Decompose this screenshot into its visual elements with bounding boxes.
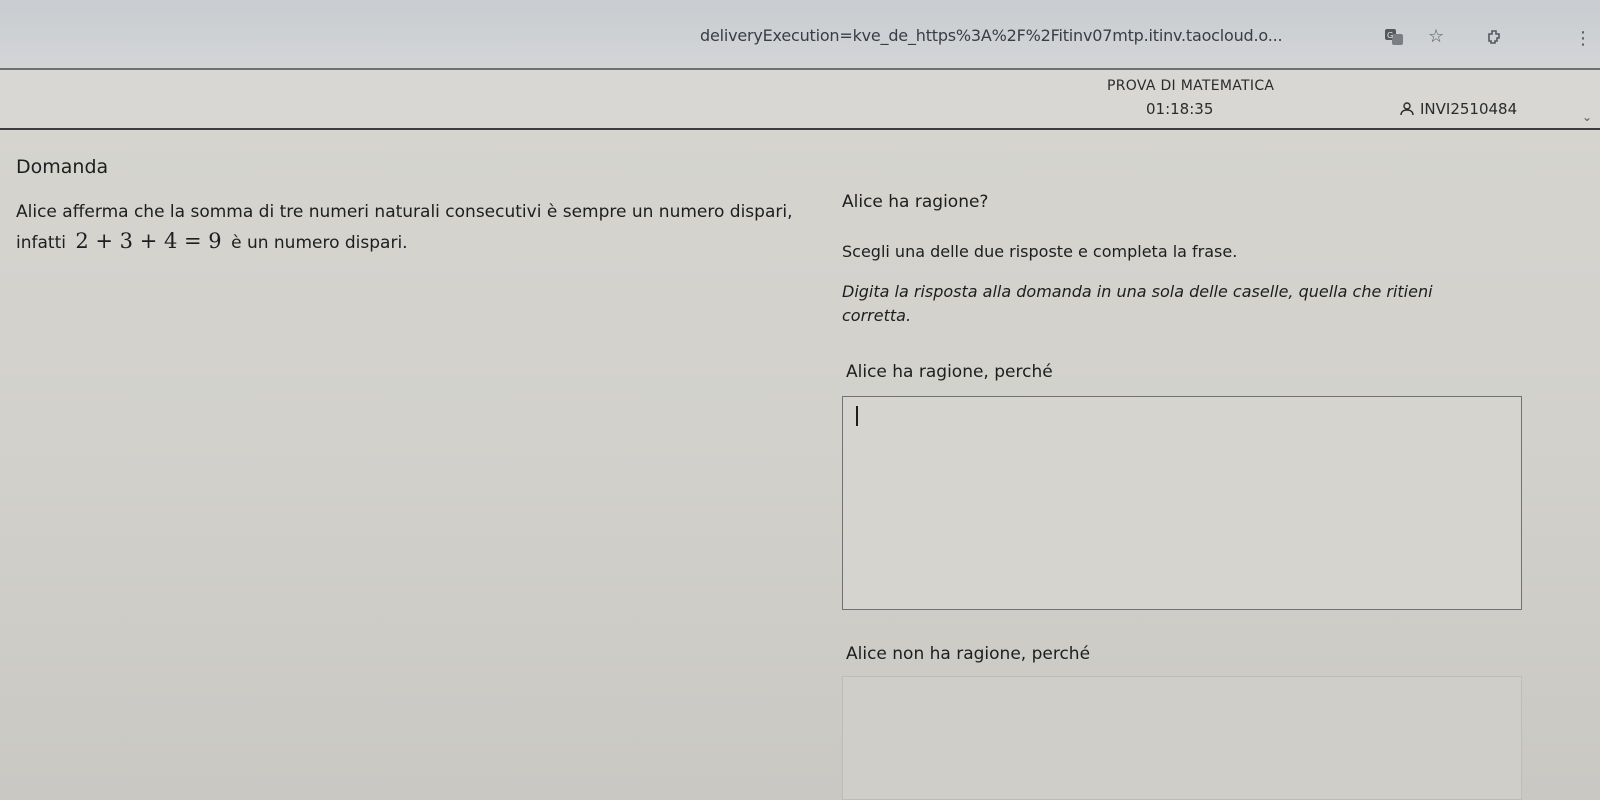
more-menu-icon[interactable]: ⋮: [1574, 30, 1592, 48]
stimulus-text-part-2: è un numero dispari.: [231, 233, 408, 253]
instruction-type: Digita la risposta alla domanda in una s…: [842, 282, 1433, 325]
star-icon[interactable]: ☆: [1428, 28, 1444, 46]
stimulus-text: Alice afferma che la somma di tre numeri…: [16, 198, 816, 258]
option-label-no: Alice non ha ragione, perché: [846, 644, 1091, 664]
question-panel: Domanda Alice afferma che la somma di tr…: [0, 130, 1600, 800]
question-prompt: Alice ha ragione?: [842, 192, 989, 212]
text-caret: [856, 406, 858, 426]
user-info[interactable]: INVI2510484: [1400, 100, 1517, 118]
section-label: Domanda: [16, 156, 109, 178]
timer: 01:18:35: [1146, 100, 1214, 118]
translate-icon[interactable]: G: [1384, 28, 1404, 50]
url-field[interactable]: deliveryExecution=kve_de_https%3A%2F%2Fi…: [700, 26, 1283, 45]
answer-input-no[interactable]: [842, 676, 1522, 800]
extension-icon[interactable]: [1486, 28, 1504, 50]
user-icon: [1400, 102, 1414, 116]
user-code: INVI2510484: [1420, 100, 1518, 118]
browser-address-bar: deliveryExecution=kve_de_https%3A%2F%2Fi…: [0, 0, 1600, 70]
screen: deliveryExecution=kve_de_https%3A%2F%2Fi…: [0, 0, 1600, 800]
svg-text:G: G: [1387, 31, 1393, 40]
test-title: PROVA DI MATEMATICA: [1107, 78, 1275, 94]
math-expression: 2 + 3 + 4 = 9: [75, 229, 222, 253]
test-header: PROVA DI MATEMATICA 01:18:35 INVI2510484…: [0, 70, 1600, 130]
answer-input-yes[interactable]: [842, 396, 1522, 610]
instruction-choose: Scegli una delle due risposte e completa…: [842, 242, 1238, 261]
chevron-down-icon[interactable]: ⌄: [1582, 110, 1592, 124]
option-label-yes: Alice ha ragione, perché: [846, 362, 1053, 382]
